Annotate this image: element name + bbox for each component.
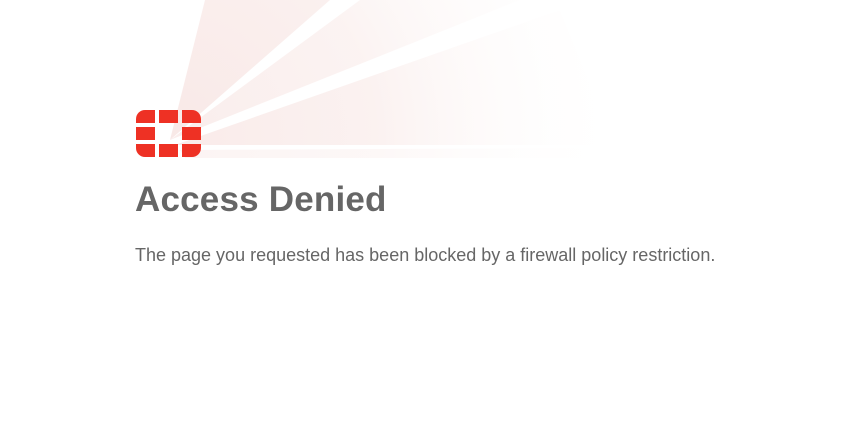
light-ray <box>175 10 615 145</box>
light-ray <box>180 148 605 158</box>
page-title: Access Denied <box>135 180 387 219</box>
light-ray <box>170 0 520 140</box>
background-light-rays <box>170 0 615 158</box>
block-message: The page you requested has been blocked … <box>135 245 716 265</box>
firewall-logo-icon <box>136 110 201 157</box>
